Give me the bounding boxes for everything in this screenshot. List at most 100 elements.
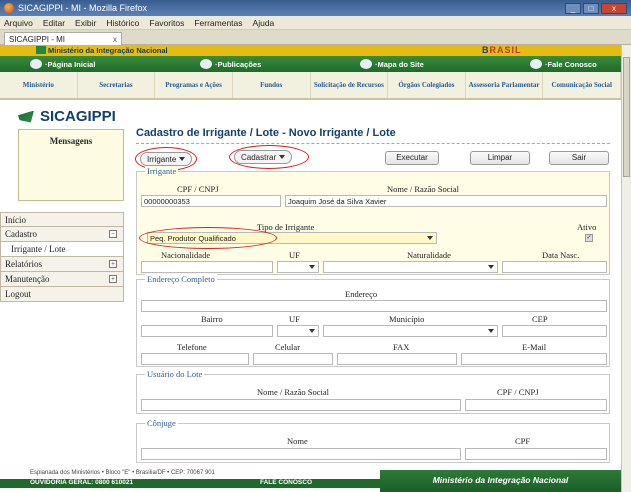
government-bar: Ministério da Integração Nacional BRASIL xyxy=(0,45,621,56)
email-field[interactable] xyxy=(461,353,607,365)
nav-home[interactable]: ·Página Inicial xyxy=(30,59,95,69)
messages-title: Mensagens xyxy=(49,136,93,146)
tab-close-icon[interactable]: x xyxy=(113,35,117,44)
uf-select[interactable] xyxy=(277,325,319,337)
usuario-legend: Usuário do Lote xyxy=(145,369,205,379)
conjuge-nome-field[interactable] xyxy=(141,448,461,460)
logo-mark-icon xyxy=(18,110,34,123)
browser-tabbar: SICAGIPPI - MI x xyxy=(0,30,631,45)
chevron-down-icon xyxy=(309,265,315,269)
nacionalidade-label: Nacionalidade xyxy=(161,250,211,260)
nacionalidade-field[interactable] xyxy=(141,261,273,273)
conjuge-legend: Cônjuge xyxy=(145,418,178,428)
chevron-down-icon xyxy=(427,236,433,240)
highlight-oval xyxy=(139,227,277,249)
ouvidoria-bar: OUVIDORIA GERAL: 0800 610021 xyxy=(0,479,380,488)
executar-button[interactable]: Executar xyxy=(385,151,439,165)
chevron-down-icon xyxy=(488,329,494,333)
endereco-section: Endereço Completo Endereço Bairro UF Mun… xyxy=(136,274,610,367)
ativo-label: Ativo xyxy=(577,222,597,232)
nav-orgaos[interactable]: Órgãos Colegiados xyxy=(388,72,466,98)
conjuge-cpf-label: CPF xyxy=(515,436,531,446)
municipio-select[interactable] xyxy=(323,325,498,337)
nav-publications[interactable]: ·Publicações xyxy=(200,59,261,69)
nav-sitemap[interactable]: ·Mapa do Site xyxy=(360,59,424,69)
conjuge-nome-label: Nome xyxy=(287,436,308,446)
usuario-nome-field[interactable] xyxy=(141,399,461,411)
fax-field[interactable] xyxy=(337,353,457,365)
fale-conosco-link[interactable]: FALE CONOSCO xyxy=(260,479,312,486)
home-icon xyxy=(30,59,42,69)
tipo-label: Tipo de Irrigante xyxy=(257,222,315,232)
naturalidade-label: Naturalidade xyxy=(407,250,451,260)
menu-favoritos[interactable]: Favoritos xyxy=(149,18,184,28)
footer-ministry: Ministério da Integração Nacional xyxy=(380,470,621,492)
chevron-down-icon xyxy=(488,265,494,269)
vertical-scrollbar[interactable] xyxy=(621,45,631,492)
side-item-relatorios[interactable]: Relatórios + xyxy=(0,257,124,272)
nav-comunicacao[interactable]: Comunicação Social xyxy=(543,72,621,98)
cep-field[interactable] xyxy=(502,325,607,337)
uf-select[interactable] xyxy=(277,261,319,273)
page-title: Cadastro de Irrigante / Lote - Novo Irri… xyxy=(136,127,396,139)
footer-address: Esplanada dos Ministérios • Bloco "E" • … xyxy=(30,470,215,476)
menu-arquivo[interactable]: Arquivo xyxy=(4,18,33,28)
uf-label: UF xyxy=(289,314,300,324)
conjuge-section: Cônjuge Nome CPF xyxy=(136,418,610,463)
maximize-icon[interactable]: □ xyxy=(583,2,599,14)
menu-exibir[interactable]: Exibir xyxy=(75,18,96,28)
sair-button[interactable]: Sair xyxy=(549,151,609,165)
minimize-icon[interactable]: _ xyxy=(565,2,581,14)
limpar-button[interactable]: Limpar xyxy=(470,151,530,165)
nav-contact[interactable]: ·Fale Conosco xyxy=(530,59,597,69)
menu-editar[interactable]: Editar xyxy=(43,18,65,28)
side-item-manutencao[interactable]: Manutenção + xyxy=(0,272,124,287)
telefone-label: Telefone xyxy=(177,342,207,352)
nav-secretarias[interactable]: Secretarias xyxy=(78,72,156,98)
ministry-link[interactable]: Ministério da Integração Nacional xyxy=(48,46,168,55)
side-item-irrigante-lote[interactable]: Irrigante / Lote xyxy=(0,242,124,257)
municipio-label: Município xyxy=(389,314,425,324)
menu-historico[interactable]: Histórico xyxy=(106,18,139,28)
scrollbar-thumb[interactable] xyxy=(623,57,630,177)
data-nasc-field[interactable] xyxy=(502,261,607,273)
usuario-cpf-field[interactable] xyxy=(465,399,607,411)
cpf-field[interactable]: 00000000353 xyxy=(141,195,281,207)
ativo-checkbox[interactable]: ✓ xyxy=(585,234,593,242)
book-icon xyxy=(200,59,212,69)
naturalidade-select[interactable] xyxy=(323,261,498,273)
nav-assessoria[interactable]: Assessoria Parlamentar xyxy=(466,72,544,98)
firefox-icon xyxy=(4,3,14,13)
map-icon xyxy=(360,59,372,69)
side-item-inicio[interactable]: Início xyxy=(0,212,124,227)
nav-fundos[interactable]: Fundos xyxy=(233,72,311,98)
menu-ferramentas[interactable]: Ferramentas xyxy=(194,18,242,28)
nome-field[interactable]: Joaquim José da Silva Xavier xyxy=(285,195,607,207)
telefone-field[interactable] xyxy=(141,353,249,365)
browser-tab[interactable]: SICAGIPPI - MI x xyxy=(4,32,122,45)
close-icon[interactable]: x xyxy=(601,2,627,14)
expand-icon[interactable]: + xyxy=(109,260,117,268)
window-controls: _ □ x xyxy=(565,2,627,14)
nav-solicitacao[interactable]: Solicitação de Recursos xyxy=(311,72,389,98)
email-label: E-Mail xyxy=(522,342,547,352)
expand-icon[interactable]: + xyxy=(109,275,117,283)
nav-programas[interactable]: Programas e Ações xyxy=(155,72,233,98)
nome-label: Nome / Razão Social xyxy=(387,184,459,194)
bairro-field[interactable] xyxy=(141,325,273,337)
menu-ajuda[interactable]: Ajuda xyxy=(253,18,275,28)
endereco-label: Endereço xyxy=(345,289,378,299)
mail-icon xyxy=(530,59,542,69)
celular-label: Celular xyxy=(275,342,301,352)
collapse-icon[interactable]: − xyxy=(109,230,117,238)
highlight-oval xyxy=(229,145,309,169)
side-item-cadastro[interactable]: Cadastro − xyxy=(0,227,124,242)
side-item-logout[interactable]: Logout xyxy=(0,287,124,302)
window-title: SICAGIPPI - MI - Mozilla Firefox xyxy=(18,3,148,13)
endereco-field[interactable] xyxy=(141,300,607,312)
celular-field[interactable] xyxy=(253,353,333,365)
section-nav: Ministério Secretarias Programas e Ações… xyxy=(0,72,621,100)
irrigante-section: Irrigante CPF / CNPJ Nome / Razão Social… xyxy=(136,166,610,275)
nav-ministerio[interactable]: Ministério xyxy=(0,72,78,98)
conjuge-cpf-field[interactable] xyxy=(465,448,607,460)
